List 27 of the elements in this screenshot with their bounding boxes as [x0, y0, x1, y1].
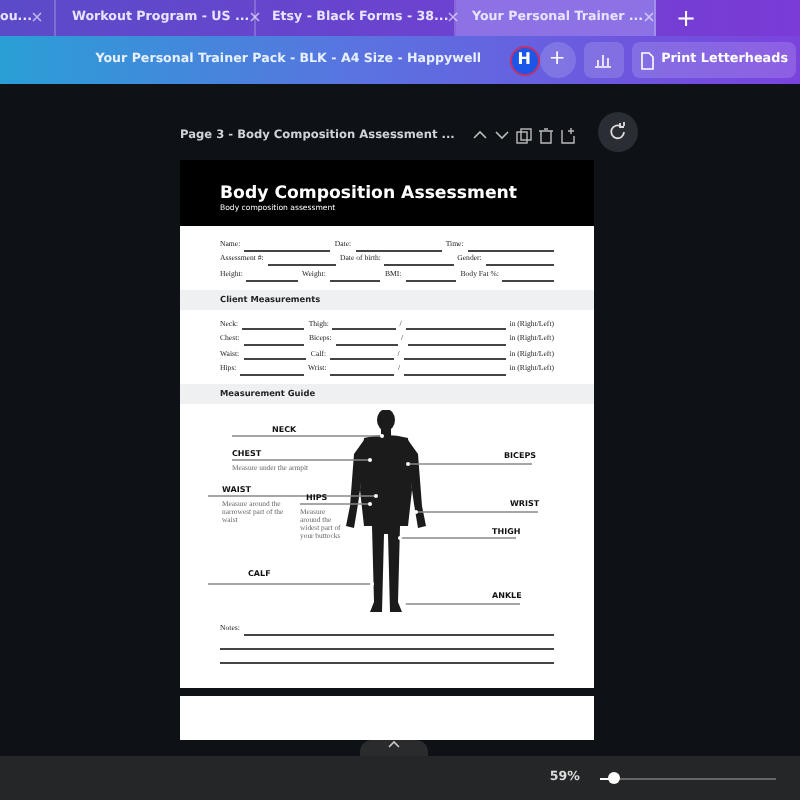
- fill-in-line[interactable]: [243, 352, 307, 361]
- document-icon: [639, 51, 654, 69]
- trash-icon[interactable]: [538, 128, 555, 145]
- document-heading: Body Composition Assessment: [220, 186, 519, 204]
- fill-in-line[interactable]: [384, 258, 454, 266]
- fill-in-line[interactable]: [403, 352, 506, 361]
- chevron-down-icon[interactable]: [494, 128, 511, 145]
- close-icon[interactable]: [32, 12, 42, 23]
- bar-chart-icon: [594, 52, 613, 68]
- fill-in-line[interactable]: [242, 322, 305, 331]
- duplicate-icon[interactable]: [516, 128, 533, 145]
- analytics-button[interactable]: [583, 42, 624, 78]
- fill-in-line[interactable]: [330, 352, 394, 361]
- user-avatar[interactable]: H: [509, 45, 540, 75]
- chevron-up-icon: [388, 740, 400, 748]
- refresh-icon: [608, 122, 628, 142]
- close-icon[interactable]: [249, 12, 260, 23]
- new-tab-button[interactable]: +: [656, 0, 717, 36]
- fill-in-line[interactable]: [267, 258, 336, 266]
- fill-in-line[interactable]: [405, 322, 506, 331]
- fill-in-line[interactable]: [485, 258, 555, 266]
- add-page-icon[interactable]: [560, 128, 577, 145]
- slider-thumb[interactable]: [608, 772, 621, 784]
- refresh-button[interactable]: [598, 112, 638, 152]
- expand-pages-handle[interactable]: [360, 740, 428, 756]
- add-collaborator-button[interactable]: +: [539, 42, 576, 78]
- fill-in-line[interactable]: [332, 322, 396, 331]
